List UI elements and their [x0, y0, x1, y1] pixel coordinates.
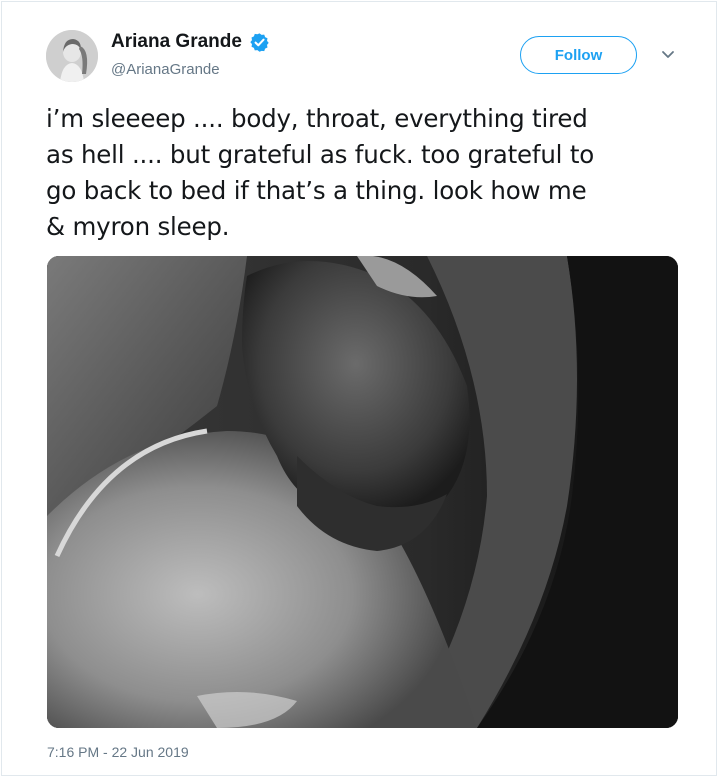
photo-image: [47, 256, 678, 728]
author-handle[interactable]: @ArianaGrande: [111, 61, 220, 78]
avatar[interactable]: [46, 30, 98, 82]
tweet-text: i’m sleeeep .... body, throat, everythin…: [46, 104, 595, 241]
author-name[interactable]: Ariana Grande: [111, 31, 242, 53]
chevron-down-icon[interactable]: [660, 48, 676, 62]
tweet-timestamp[interactable]: 7:16 PM - 22 Jun 2019: [47, 744, 189, 760]
avatar-image: [46, 30, 98, 82]
tweet-photo[interactable]: [47, 256, 678, 728]
follow-button[interactable]: Follow: [520, 36, 637, 74]
author-row: Ariana Grande: [111, 31, 270, 53]
verified-badge-icon: [250, 32, 269, 52]
